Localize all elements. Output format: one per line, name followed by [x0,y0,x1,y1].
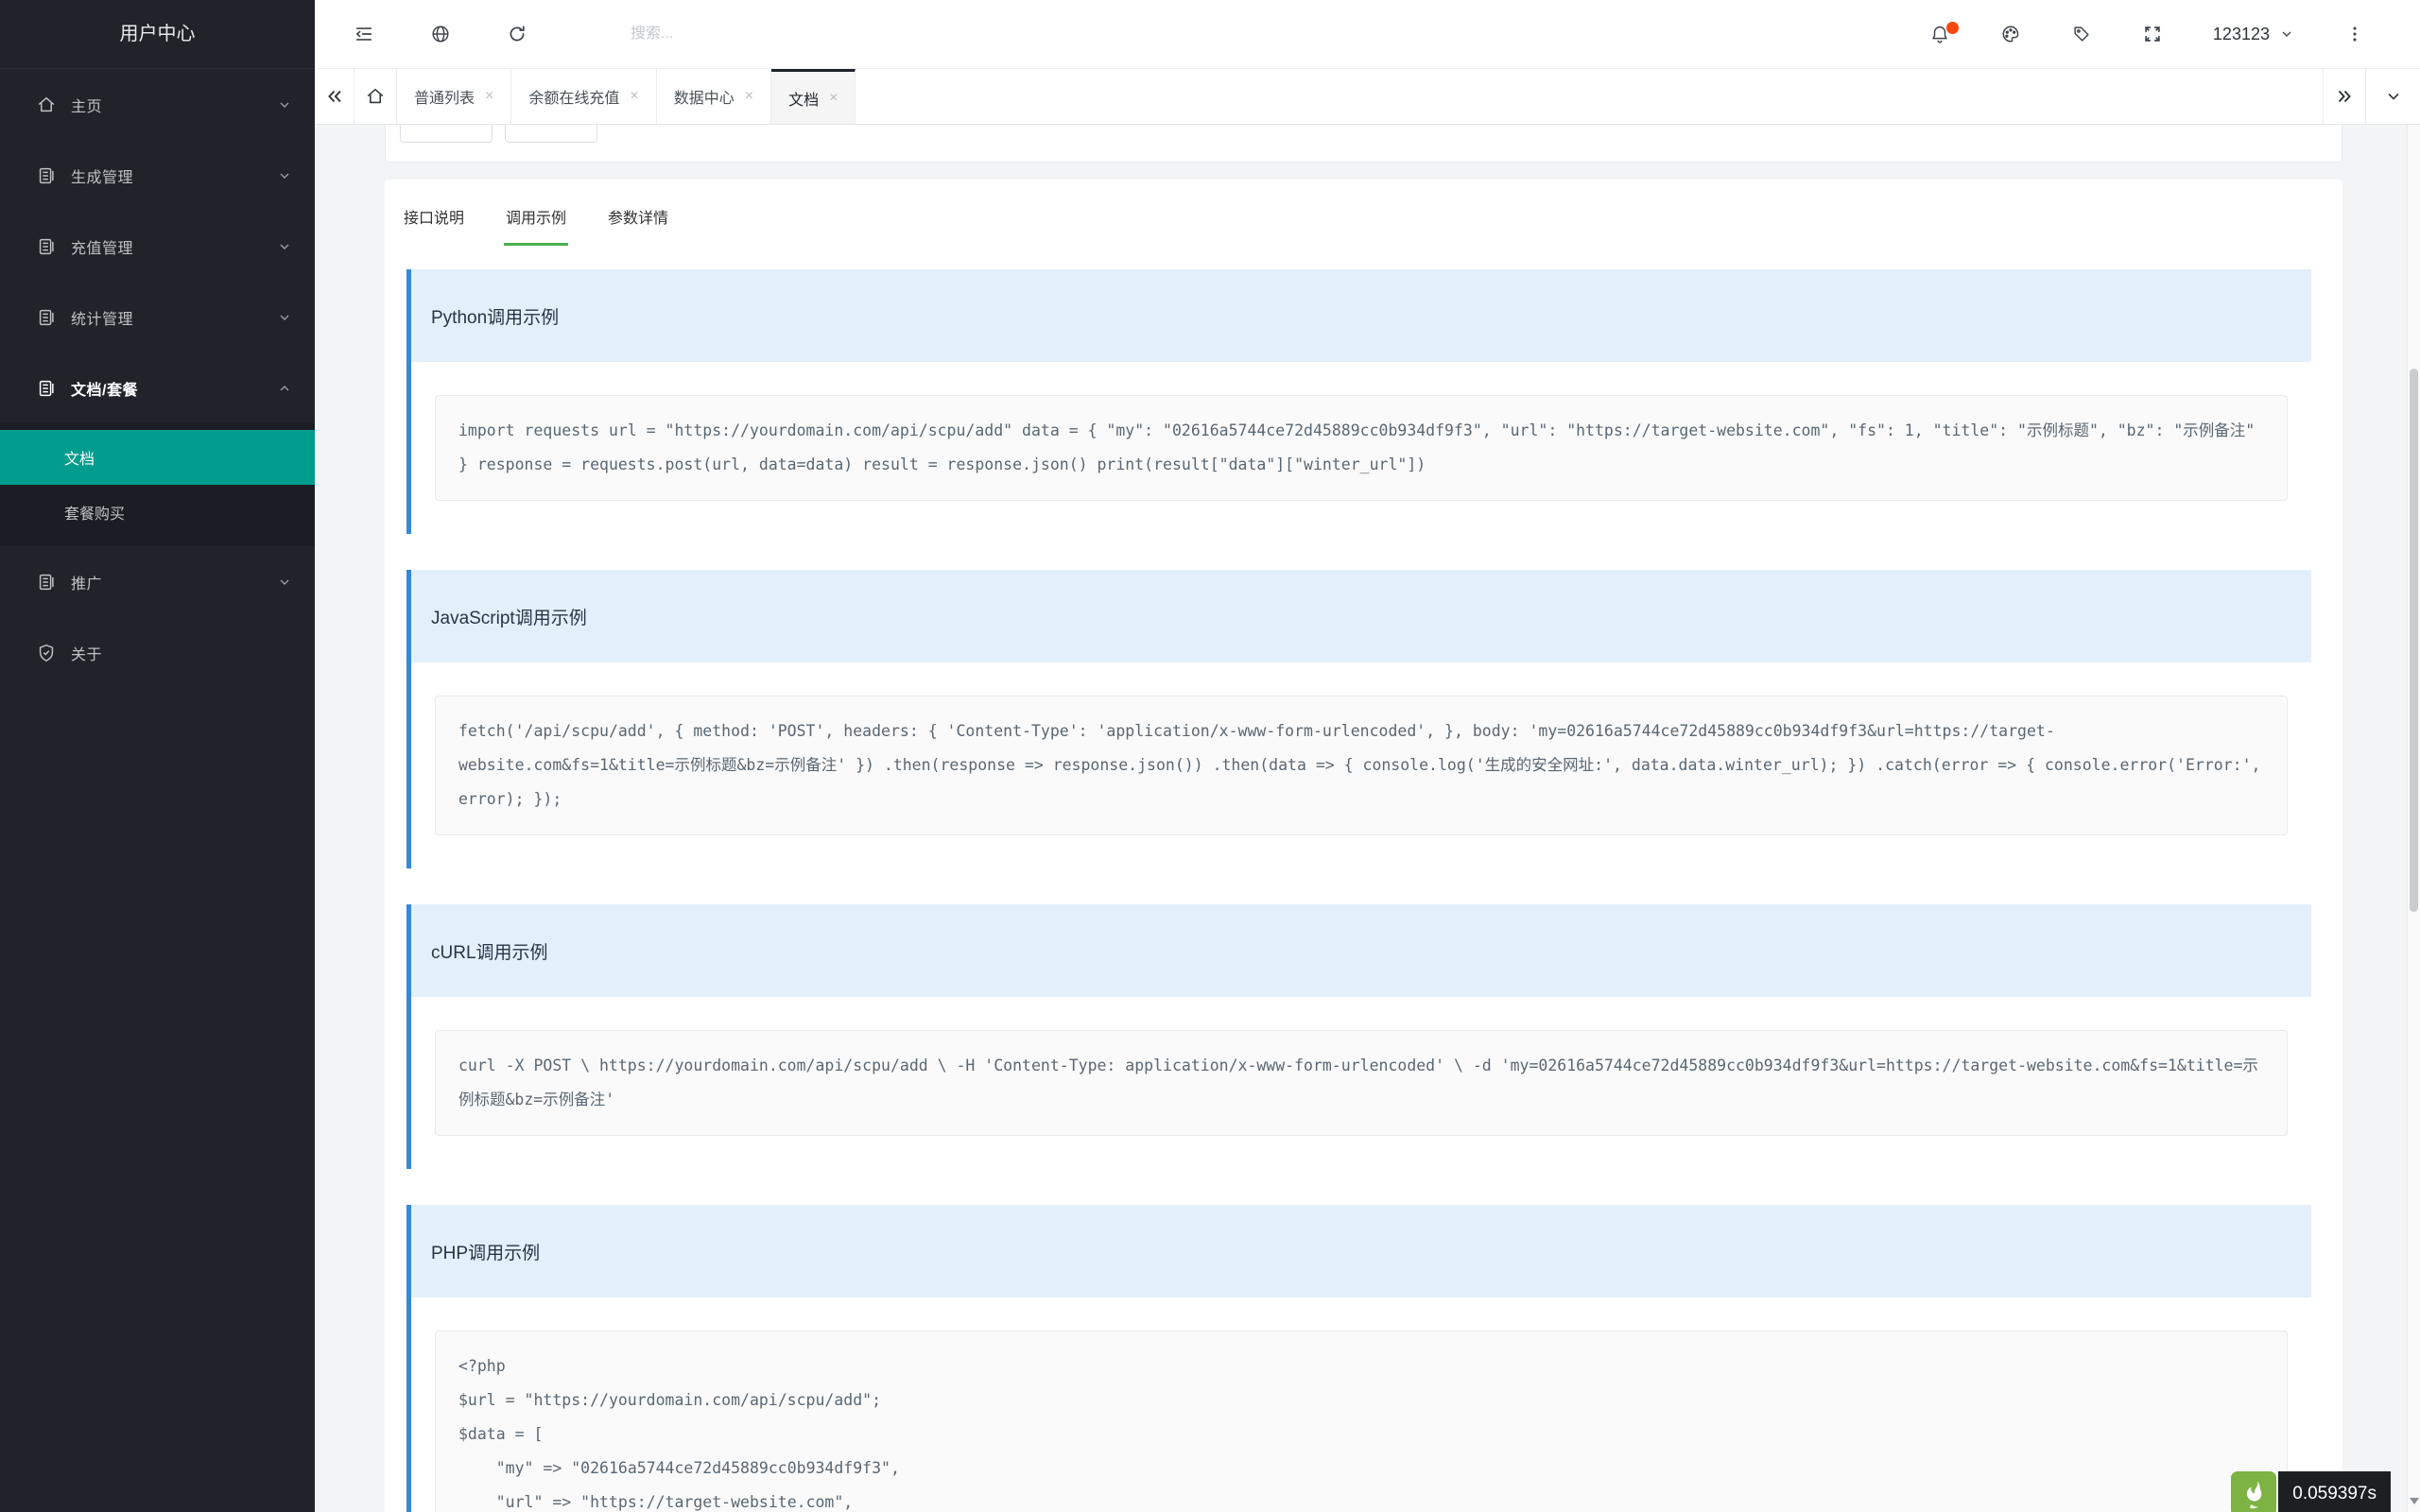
doc-tab-parameter-details[interactable]: 参数详情 [606,198,670,243]
sidebar-item-label: 统计管理 [71,306,277,329]
sidebar-item-docs-packages[interactable]: 文档/套餐 [0,352,315,423]
cutoff-button-2[interactable] [505,125,597,143]
php-code-block: <?php $url = "https://yourdomain.com/api… [435,1331,2288,1512]
performance-badge: 0.059397s [2231,1471,2391,1512]
cutoff-button-1[interactable] [400,125,493,143]
tabbar: 普通列表 × 余额在线充值 × 数据中心 × 文档 × [315,69,2420,125]
tab-label: 文档 [788,87,819,110]
close-tab-icon[interactable]: × [745,88,753,105]
php-example-card: PHP调用示例 <?php $url = "https://yourdomain… [406,1205,2311,1512]
javascript-code-block: fetch('/api/scpu/add', { method: 'POST',… [435,696,2288,835]
close-tab-icon[interactable]: × [630,88,638,105]
tabs-dropdown-button[interactable] [2365,69,2420,124]
sidebar-item-label: 主页 [71,94,277,116]
vertical-scrollbar[interactable] [2407,125,2420,1512]
sidebar-subitem-docs[interactable]: 文档 [0,430,315,485]
notification-dot [1946,22,1959,34]
sidebar-subitem-label: 套餐购买 [64,501,125,524]
search-input[interactable] [631,26,886,43]
sidebar-subitem-label: 文档 [64,446,95,469]
sidebar-item-generate[interactable]: 生成管理 [0,140,315,211]
close-tab-icon[interactable]: × [485,88,493,105]
sidebar-item-label: 文档/套餐 [71,377,277,400]
doc-tab-call-examples[interactable]: 调用示例 [504,198,568,246]
cutoff-toolbar-card [385,125,2342,163]
document-icon [36,236,57,257]
sidebar: 用户中心 主页 生成管理 充值管理 [0,0,315,1512]
example-cards: Python调用示例 import requests url = "https:… [385,246,2342,1512]
sidebar-item-home[interactable]: 主页 [0,69,315,140]
home-icon [36,94,57,115]
tab-label: 普通列表 [414,85,475,108]
chevron-down-icon [277,168,292,183]
execution-timer: 0.059397s [2278,1471,2391,1512]
card-title: Python调用示例 [411,269,2311,362]
tabs-scroll-left-button[interactable] [315,69,354,124]
card-title: cURL调用示例 [411,904,2311,997]
app-root: 用户中心 主页 生成管理 充值管理 [0,0,2420,1512]
theme-palette-icon[interactable] [2000,24,2021,44]
card-title: PHP调用示例 [411,1205,2311,1297]
curl-code-block: curl -X POST \ https://yourdomain.com/ap… [435,1030,2288,1136]
tabs-scroll-right-button[interactable] [2323,69,2365,124]
shield-check-icon [36,643,57,663]
close-tab-icon[interactable]: × [829,90,838,107]
app-title: 用户中心 [0,0,315,69]
content-area: 接口说明 调用示例 参数详情 Python调用示例 import request… [315,125,2420,1512]
tab-balance-recharge[interactable]: 余额在线充值 × [511,69,656,124]
tab-docs[interactable]: 文档 × [771,69,856,124]
chevron-down-icon [2279,26,2294,42]
username: 123123 [2213,25,2270,44]
doc-panel: 接口说明 调用示例 参数详情 Python调用示例 import request… [385,180,2342,1512]
sidebar-item-recharge[interactable]: 充值管理 [0,211,315,282]
scrollbar-down-arrow[interactable] [2410,1498,2419,1504]
chevron-down-icon [277,575,292,590]
globe-icon[interactable] [430,24,451,44]
sidebar-item-label: 推广 [71,571,277,593]
chevron-up-icon [277,381,292,396]
topbar: 123123 [315,0,2420,69]
sidebar-item-label: 生成管理 [71,164,277,187]
sidebar-subitem-package-purchase[interactable]: 套餐购买 [0,485,315,540]
scrollbar-thumb[interactable] [2410,369,2418,912]
tab-label: 余额在线充值 [528,85,619,108]
curl-example-card: cURL调用示例 curl -X POST \ https://yourdoma… [406,904,2311,1169]
card-title: JavaScript调用示例 [411,570,2311,662]
document-icon [36,378,57,399]
chevron-down-icon [277,239,292,254]
document-icon [36,572,57,593]
document-icon [36,307,57,328]
kebab-menu-icon[interactable] [2344,24,2365,44]
main-area: 123123 普通列表 × [315,0,2420,1512]
chevron-down-icon [277,97,292,112]
fullscreen-icon[interactable] [2142,24,2163,44]
sidebar-item-statistics[interactable]: 统计管理 [0,282,315,352]
python-example-card: Python调用示例 import requests url = "https:… [406,269,2311,534]
sidebar-submenu: 文档 套餐购买 [0,423,315,546]
javascript-example-card: JavaScript调用示例 fetch('/api/scpu/add', { … [406,570,2311,868]
thinkphp-flame-icon[interactable] [2231,1471,2276,1512]
tabbar-spacer [856,69,2323,124]
tab-ordinary-list[interactable]: 普通列表 × [397,69,511,124]
sidebar-item-label: 充值管理 [71,235,277,258]
collapse-sidebar-icon[interactable] [354,24,374,44]
tag-icon[interactable] [2071,24,2092,44]
doc-tab-api-description[interactable]: 接口说明 [402,198,466,243]
sidebar-item-about[interactable]: 关于 [0,617,315,688]
doc-tabs: 接口说明 调用示例 参数详情 [385,198,2342,246]
chevron-down-icon [277,310,292,325]
sidebar-item-label: 关于 [71,642,292,664]
user-menu[interactable]: 123123 [2213,25,2294,44]
tab-home-button[interactable] [354,69,397,124]
document-icon [36,165,57,186]
tab-label: 数据中心 [674,85,735,108]
tab-data-center[interactable]: 数据中心 × [657,69,771,124]
sidebar-item-promotion[interactable]: 推广 [0,546,315,617]
python-code-block: import requests url = "https://yourdomai… [435,395,2288,501]
notifications-bell-icon[interactable] [1929,24,1950,44]
refresh-icon[interactable] [507,24,527,44]
